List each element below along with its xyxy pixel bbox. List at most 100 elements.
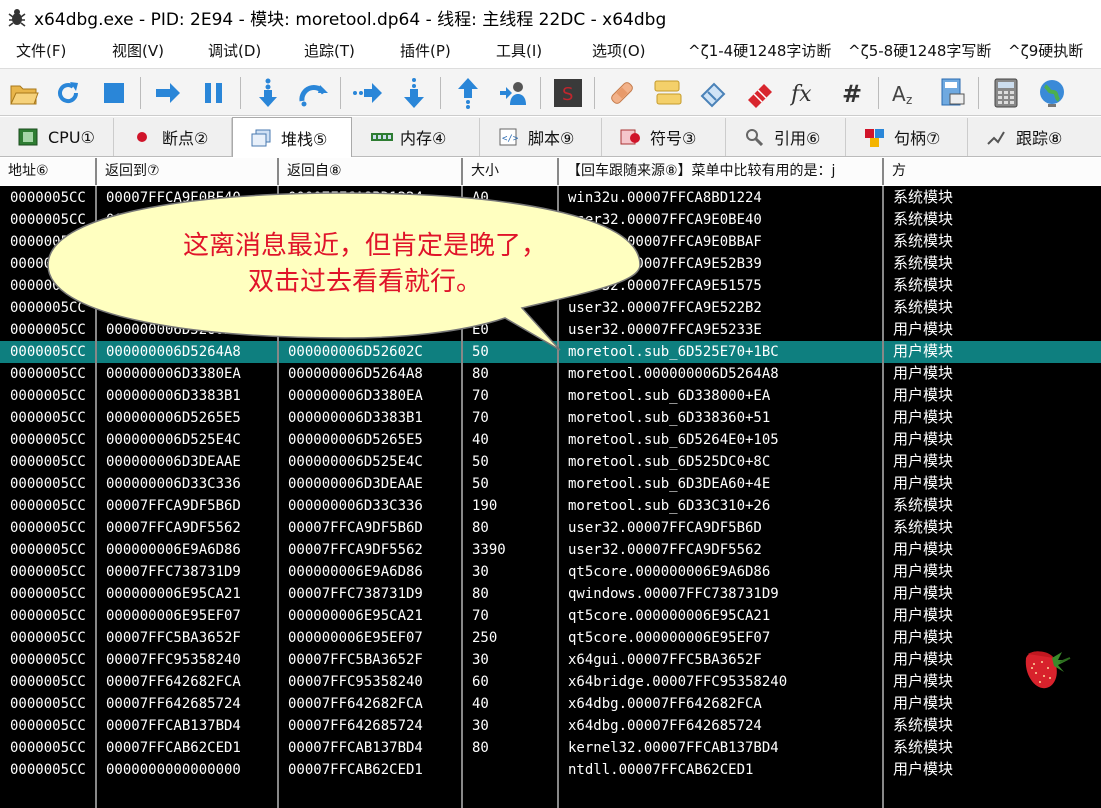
cell-comment: user32.00007FFCA9DF5B6D [568,520,762,536]
hash-icon[interactable]: # [836,77,868,109]
cell-return-to: 000000006E95CA21 [106,586,241,602]
bookmark-icon[interactable] [744,77,776,109]
memory-icon [370,128,393,146]
tab-symbols[interactable]: 符号③ [602,118,726,156]
cell-return-from: 000000006D3DEAAE [288,476,423,492]
run-icon[interactable] [152,77,184,109]
menu-hw-exec-bp[interactable]: ^ζ9硬执断 [1008,40,1101,61]
cell-comment: moretool.sub_6D338360+51 [568,410,771,426]
table-row[interactable]: 0000005CC 00007FFCA9E0BE40 00007FFCA8BD122… [0,187,1101,209]
cell-return-to: 000000006D3380EA [106,366,241,382]
pause-icon[interactable] [198,77,230,109]
menu-file[interactable]: 文件(F) [16,40,66,61]
tab-stack[interactable]: 堆栈⑤ [232,117,352,157]
cell-party: 系统模块 [893,277,954,294]
run-to-user-code-icon[interactable] [498,77,530,109]
cell-return-from: 000000006D3383B1 [288,410,423,426]
stop-icon[interactable] [98,77,130,109]
table-row[interactable]: 0000005CC 00007FFCA9DF5562 00007FFCA9DF5B6… [0,517,1101,539]
cell-comment: qt5core.000000006E95EF07 [568,630,771,646]
table-row[interactable]: 0000005CC 000000006D33C336 000000006D3DEAA… [0,473,1101,495]
tab-cpu[interactable]: CPU① [0,118,114,156]
cell-address: 0000005CC [10,740,86,756]
execute-till-return-icon[interactable] [452,77,484,109]
table-row[interactable]: 0000005CC 00007FFCA9E5233E 00007FFCA9E522B… [0,297,1101,319]
cell-return-from: 00007FFCA9E522B2 [288,300,423,316]
cell-return-to: 00007FFCA9DF5B6D [106,498,241,514]
cell-size: 80 [472,520,489,536]
cell-party: 用户模块 [893,409,954,426]
cell-address: 0000005CC [10,652,86,668]
table-row[interactable]: 0000005CC 000000006E95EF07 000000006E95CA2… [0,605,1101,627]
cell-address: 0000005CC [10,454,86,470]
label-icon[interactable] [698,77,730,109]
function-icon[interactable]: fx [790,77,822,109]
cell-address: 0000005CC [10,674,86,690]
patch-icon[interactable] [606,77,638,109]
cell-address: 0000005CC [10,366,86,382]
step-into-icon[interactable] [252,77,284,109]
col-size[interactable]: 大小 [463,158,559,185]
cell-address: 0000005CC [10,630,86,646]
svg-text:fx: fx [790,82,812,107]
table-row[interactable]: 0000005CC 000000006D3380EA 000000006D5264A… [0,363,1101,385]
table-row[interactable]: 0000005CC 000000006E9A6D86 00007FFCA9DF556… [0,539,1101,561]
cell-party: 用户模块 [893,475,954,492]
col-return-from[interactable]: 返回自⑧ [279,158,463,185]
table-row[interactable]: 0000005CC 00007FFCAB137BD4 00007FF64268572… [0,715,1101,737]
table-row[interactable]: 0000005CC 00007FFC5BA3652F 000000006E95EF0… [0,627,1101,649]
table-row[interactable]: 0000005CC 00007FFC95358240 00007FFC5BA3652… [0,649,1101,671]
table-row[interactable]: 0000005CC 00007FF642682FCA 00007FFC9535824… [0,671,1101,693]
table-row[interactable]: 0000005CC 000000006D3DEAAE 000000006D525E4… [0,451,1101,473]
table-row[interactable]: 0000005CC 00007FFC738731D9 000000006E9A6D8… [0,561,1101,583]
tab-memory[interactable]: 内存④ [352,118,480,156]
table-row[interactable]: 0000005CC 000000006D525E4C 000000006D5265E… [0,429,1101,451]
comment-icon[interactable] [652,77,684,109]
cell-return-from: 000000006D3380EA [288,388,423,404]
table-row[interactable]: 0000005CC 0000000000000000 00007FFCAB62CED… [0,759,1101,781]
table-row[interactable]: 0000005CC 000000006E95CA21 00007FFC738731D… [0,583,1101,605]
restart-icon[interactable] [52,77,84,109]
menu-tools[interactable]: 工具(I) [496,40,542,61]
col-party[interactable]: 方 [884,158,1101,185]
tab-breakpoints[interactable]: 断点② [114,118,232,156]
col-return-to[interactable]: 返回到⑦ [97,158,279,185]
tab-trace[interactable]: 跟踪⑧ [968,118,1101,156]
calculator-icon[interactable] [990,77,1022,109]
cell-address: 0000005CC [10,586,86,602]
stack-icon [251,129,271,147]
cell-party: 系统模块 [893,189,954,206]
cell-address: 0000005CC [10,696,86,712]
menu-hw-write-bp[interactable]: ^ζ5-8硬1248字写断 [848,40,991,61]
web-icon[interactable] [1036,77,1068,109]
trace-into-icon[interactable] [352,77,384,109]
menu-debug[interactable]: 调试(D) [208,40,261,61]
table-row[interactable]: 0000005CC 00007FF642685724 00007FF642682FC… [0,693,1101,715]
trace-over-icon[interactable] [398,77,430,109]
table-row[interactable]: 0000005CC 000000006D5265E5 000000006D3383B… [0,407,1101,429]
step-over-icon[interactable] [298,77,330,109]
open-icon[interactable] [8,77,40,109]
cell-return-from: 000000006E9A6D86 [288,564,423,580]
tab-references[interactable]: 引用⑥ [726,118,846,156]
col-address[interactable]: 地址⑥ [0,158,97,185]
scylla-icon[interactable]: S [552,77,584,109]
table-row[interactable]: 0000005CC 00007FFCA9DF5B6D 000000006D33C33… [0,495,1101,517]
calculator-icon[interactable] [936,77,968,109]
menu-plugins[interactable]: 插件(P) [400,40,451,61]
menu-trace[interactable]: 追踪(T) [304,40,355,61]
handle-icon [864,128,884,147]
menu-options[interactable]: 选项(O) [592,40,646,61]
cell-size: 50 [472,476,489,492]
font-icon[interactable]: Az [890,77,922,109]
tab-script[interactable]: </> 脚本⑨ [480,118,602,156]
col-comment[interactable]: 【回车跟随来源⑧】菜单中比较有用的是：j [559,158,884,185]
table-row[interactable]: 0000005CC 000000006D5264A8 000000006D52602… [0,341,1101,363]
menu-hw-access-bp[interactable]: ^ζ1-4硬1248字访断 [688,40,831,61]
tab-handles[interactable]: 句柄⑦ [846,118,968,156]
table-row[interactable]: 0000005CC 000000006D52602C 00007FFCA9E5233… [0,319,1101,341]
script-icon: </> [498,128,519,146]
table-row[interactable]: 0000005CC 000000006D3383B1 000000006D3380E… [0,385,1101,407]
menu-view[interactable]: 视图(V) [112,40,164,61]
table-row[interactable]: 0000005CC 00007FFCAB62CED1 00007FFCAB137BD… [0,737,1101,759]
